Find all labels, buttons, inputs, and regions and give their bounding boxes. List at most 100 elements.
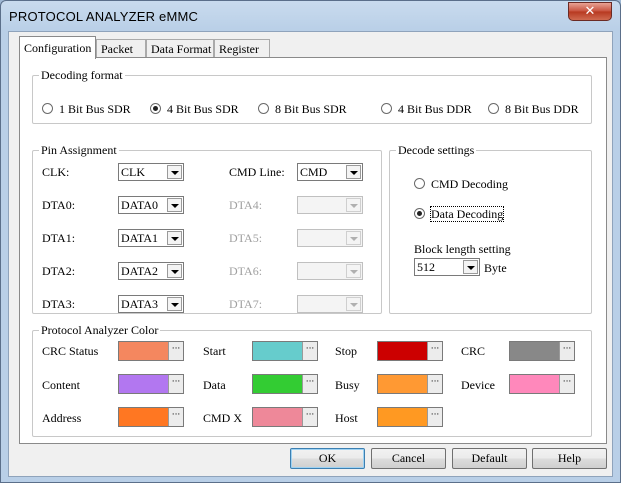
radio-label: CMD Decoding: [431, 177, 508, 191]
more-icon[interactable]: ···: [559, 342, 574, 360]
address-label: Address: [42, 411, 82, 425]
decode-settings-group: Decode settings CMD Decoding Data Decodi…: [389, 143, 592, 314]
configuration-tab-page: Decoding format 1 Bit Bus SDR 4 Bit Bus …: [19, 57, 607, 444]
pin-assignment-label: Pin Assignment: [39, 143, 119, 157]
dta3-select[interactable]: DATA3: [118, 295, 184, 313]
clk-value: CLK: [121, 165, 145, 179]
color-fill: [510, 375, 559, 393]
dta4-select: [297, 196, 363, 214]
dta0-value: DATA0: [121, 198, 159, 212]
content-label: Content: [42, 378, 80, 392]
address-color-picker[interactable]: ···: [118, 407, 184, 427]
cmd-x-color-picker[interactable]: ···: [252, 407, 318, 427]
start-color-picker[interactable]: ···: [252, 341, 318, 361]
crc-color-picker[interactable]: ···: [509, 341, 575, 361]
chevron-down-icon: [346, 297, 361, 311]
dta1-label: DTA1:: [42, 231, 76, 245]
cmd-line-select[interactable]: CMD: [297, 163, 363, 181]
clk-select[interactable]: CLK: [118, 163, 184, 181]
radio-4bit-ddr[interactable]: 4 Bit Bus DDR: [381, 102, 472, 116]
more-icon[interactable]: ···: [168, 375, 183, 393]
device-label: Device: [461, 378, 495, 392]
dta3-value: DATA3: [121, 297, 159, 311]
default-button[interactable]: Default: [452, 448, 527, 469]
radio-8bit-sdr[interactable]: 8 Bit Bus SDR: [258, 102, 347, 116]
chevron-down-icon: [346, 231, 361, 245]
data-color-picker[interactable]: ···: [252, 374, 318, 394]
dta1-value: DATA1: [121, 231, 159, 245]
more-icon[interactable]: ···: [559, 375, 574, 393]
color-fill: [119, 408, 168, 426]
radio-1bit-sdr[interactable]: 1 Bit Bus SDR: [42, 102, 131, 116]
chevron-down-icon: [167, 231, 182, 245]
radio-label: Data Decoding: [429, 206, 505, 222]
help-button[interactable]: Help: [532, 448, 607, 469]
window-title: PROTOCOL ANALYZER eMMC: [9, 9, 199, 24]
decoding-format-label: Decoding format: [39, 68, 125, 82]
radio-4bit-sdr[interactable]: 4 Bit Bus SDR: [150, 102, 239, 116]
dta0-select[interactable]: DATA0: [118, 196, 184, 214]
radio-indicator-selected: [414, 208, 425, 219]
start-label: Start: [203, 344, 226, 358]
color-fill: [378, 375, 427, 393]
radio-8bit-ddr[interactable]: 8 Bit Bus DDR: [488, 102, 579, 116]
color-fill: [378, 408, 427, 426]
chevron-down-icon: [167, 165, 182, 179]
busy-color-picker[interactable]: ···: [377, 374, 443, 394]
cmd-line-label: CMD Line:: [229, 165, 285, 179]
close-button[interactable]: ✕: [568, 2, 612, 21]
color-fill: [253, 342, 302, 360]
chevron-down-icon: [346, 198, 361, 212]
dialog-window: PROTOCOL ANALYZER eMMC ✕ Configuration P…: [0, 0, 621, 483]
title-bar[interactable]: PROTOCOL ANALYZER eMMC ✕: [1, 1, 620, 31]
tab-register[interactable]: Register: [214, 39, 270, 58]
more-icon[interactable]: ···: [302, 408, 317, 426]
dta6-select: [297, 262, 363, 280]
busy-label: Busy: [335, 378, 360, 392]
tab-label: Packet: [101, 42, 133, 56]
color-fill: [253, 375, 302, 393]
more-icon[interactable]: ···: [302, 342, 317, 360]
host-color-picker[interactable]: ···: [377, 407, 443, 427]
dta5-select: [297, 229, 363, 247]
dta4-label: DTA4:: [229, 198, 263, 212]
stop-color-picker[interactable]: ···: [377, 341, 443, 361]
ok-button[interactable]: OK: [290, 448, 365, 469]
dta1-select[interactable]: DATA1: [118, 229, 184, 247]
tab-configuration[interactable]: Configuration: [19, 36, 96, 59]
dta5-label: DTA5:: [229, 231, 263, 245]
device-color-picker[interactable]: ···: [509, 374, 575, 394]
dta2-value: DATA2: [121, 264, 159, 278]
chevron-down-icon: [167, 198, 182, 212]
cmd-x-label: CMD X: [203, 411, 243, 425]
radio-cmd-decoding[interactable]: CMD Decoding: [414, 177, 508, 191]
chevron-down-icon: [346, 165, 361, 179]
more-icon[interactable]: ···: [427, 408, 442, 426]
more-icon[interactable]: ···: [168, 408, 183, 426]
more-icon[interactable]: ···: [302, 375, 317, 393]
content-color-picker[interactable]: ···: [118, 374, 184, 394]
radio-label: 4 Bit Bus SDR: [167, 102, 239, 116]
dta2-select[interactable]: DATA2: [118, 262, 184, 280]
cancel-button[interactable]: Cancel: [371, 448, 446, 469]
radio-data-decoding[interactable]: Data Decoding: [414, 206, 505, 222]
block-length-select[interactable]: 512: [414, 258, 480, 276]
more-icon[interactable]: ···: [168, 342, 183, 360]
crc-status-label: CRC Status: [42, 344, 99, 358]
dialog-client-area: Configuration Packet Data Format Registe…: [8, 31, 613, 477]
dta2-label: DTA2:: [42, 264, 76, 278]
more-icon[interactable]: ···: [427, 342, 442, 360]
block-length-label: Block length setting: [414, 242, 511, 256]
close-icon: ✕: [584, 4, 596, 19]
pin-assignment-group: Pin Assignment CLK: CLK CMD Line: CMD DT…: [32, 143, 382, 314]
tab-data-format[interactable]: Data Format: [146, 39, 214, 58]
crc-status-color-picker[interactable]: ···: [118, 341, 184, 361]
tab-label: Configuration: [24, 41, 92, 55]
radio-label: 1 Bit Bus SDR: [59, 102, 131, 116]
more-icon[interactable]: ···: [427, 375, 442, 393]
chevron-down-icon: [167, 297, 182, 311]
dta6-label: DTA6:: [229, 264, 263, 278]
radio-indicator: [414, 178, 425, 189]
tab-packet[interactable]: Packet: [96, 39, 146, 58]
radio-indicator: [381, 103, 392, 114]
